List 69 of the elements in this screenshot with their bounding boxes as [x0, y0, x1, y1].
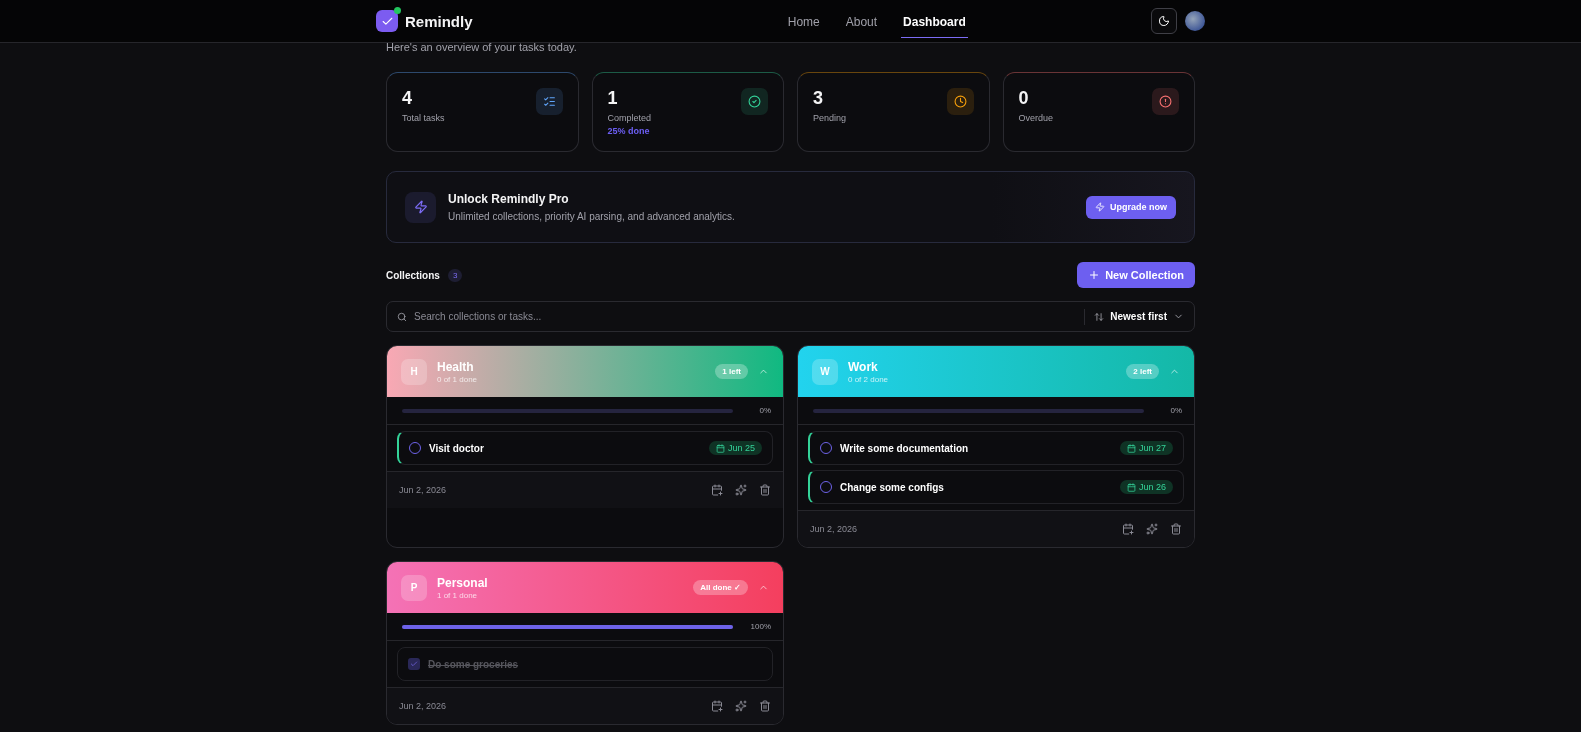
sort-icon	[1094, 311, 1105, 322]
task-title: Do some groceries	[428, 658, 520, 670]
count-badge: 3	[447, 268, 463, 282]
trash-icon[interactable]	[1170, 523, 1182, 535]
sparkles-icon[interactable]	[735, 484, 747, 496]
stat-value: 4	[402, 88, 413, 109]
collection-avatar: H	[401, 358, 427, 385]
task-title: Write some documentation	[840, 442, 970, 454]
progress-percent: 100%	[749, 622, 771, 631]
task-row[interactable]: Visit doctor Jun 25	[397, 431, 773, 465]
collection-progress-text: 1 of 1 done	[437, 590, 479, 600]
remaining-badge: 2 left	[1126, 364, 1159, 379]
due-date-badge: Jun 25	[708, 441, 762, 455]
lightning-icon	[1095, 202, 1105, 212]
check-icon	[410, 660, 418, 668]
stat-value: 3	[813, 88, 824, 109]
theme-toggle-button[interactable]	[1151, 8, 1177, 34]
remaining-badge: 1 left	[715, 364, 748, 379]
brand-name: Remindly	[405, 12, 473, 30]
lightning-icon	[405, 191, 436, 223]
sparkles-icon[interactable]	[1146, 523, 1158, 535]
task-title: Change some configs	[840, 481, 945, 493]
search-field[interactable]: Search collections or tasks... Newest first	[386, 301, 1195, 332]
collection-avatar: P	[401, 574, 427, 601]
progress-percent: 0%	[758, 406, 771, 415]
stat-label: Pending	[813, 113, 847, 123]
created-date: Jun 2, 2026	[399, 485, 448, 495]
remaining-badge: All done ✓	[693, 580, 748, 595]
calendar-plus-icon[interactable]	[1122, 523, 1134, 535]
collection-name: Work	[848, 359, 879, 374]
nav-link[interactable]: Dashboard	[901, 6, 968, 38]
task-row[interactable]: Write some documentation Jun 27	[808, 431, 1184, 465]
progress-percent: 0%	[1169, 406, 1182, 415]
collection-progress-text: 0 of 2 done	[848, 374, 889, 384]
nav-link[interactable]: About	[843, 6, 880, 38]
collection-name: Health	[437, 359, 475, 374]
search-icon	[397, 311, 407, 322]
upgrade-button[interactable]: Upgrade now	[1086, 195, 1176, 219]
sparkles-icon[interactable]	[735, 700, 747, 712]
due-date-badge: Jun 27	[1119, 441, 1173, 455]
moon-icon	[1158, 15, 1170, 27]
plus-icon	[1088, 269, 1101, 281]
stat-note: 25% done	[607, 126, 651, 136]
stat-value: 0	[1018, 88, 1030, 109]
collection-avatar: W	[812, 358, 838, 385]
created-date: Jun 2, 2026	[810, 524, 859, 534]
task-title: Visit doctor	[429, 442, 485, 454]
stat-label: Total tasks	[402, 113, 445, 123]
sort-dropdown[interactable]: Newest first	[1084, 308, 1184, 325]
calendar-plus-icon[interactable]	[711, 484, 723, 496]
due-date-badge: Jun 26	[1119, 480, 1173, 494]
new-collection-button[interactable]: New Collection	[1077, 262, 1195, 288]
trash-icon[interactable]	[759, 484, 771, 496]
stat-label: Overdue	[1018, 113, 1054, 123]
avatar[interactable]	[1185, 11, 1205, 31]
logo-icon	[376, 10, 398, 32]
task-row[interactable]: Change some configs Jun 26	[808, 470, 1184, 504]
section-title: Collections	[386, 269, 440, 281]
stat-value: 1	[607, 88, 619, 109]
task-checkbox[interactable]	[408, 658, 420, 670]
stat-label: Completed	[607, 113, 652, 123]
calendar-plus-icon[interactable]	[711, 700, 723, 712]
nav-link[interactable]: Home	[785, 6, 822, 38]
collection-name: Personal	[437, 575, 488, 590]
page-subtitle: Here's an overview of your tasks today.	[386, 43, 578, 55]
promo-text: Unlimited collections, priority AI parsing, and advanced analytics.	[448, 211, 736, 222]
promo-title: Unlock Remindly Pro	[448, 192, 570, 206]
created-date: Jun 2, 2026	[399, 701, 448, 711]
trash-icon[interactable]	[759, 700, 771, 712]
